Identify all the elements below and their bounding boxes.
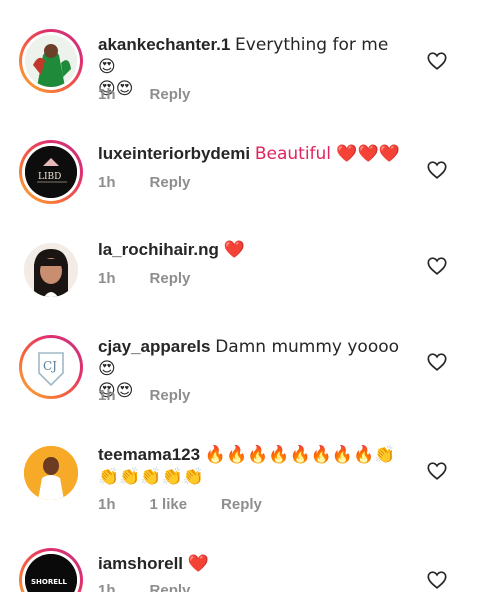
reply-button[interactable]: Reply (150, 174, 191, 191)
comment-text: Beautiful ❤️❤️❤️ (254, 144, 400, 164)
heart-outline-icon[interactable] (426, 460, 448, 482)
heart-outline-icon[interactable] (426, 569, 448, 591)
reply-button[interactable]: Reply (150, 86, 191, 103)
comment-timestamp: 1h (98, 86, 116, 103)
comment-timestamp: 1h (98, 582, 116, 592)
avatar[interactable]: CJ (19, 335, 83, 399)
heart-outline-icon[interactable] (426, 50, 448, 72)
comment-text: ❤️ (223, 240, 245, 260)
heart-outline-icon[interactable] (426, 159, 448, 181)
heart-outline-icon[interactable] (426, 255, 448, 277)
comment-text: ❤️ (187, 554, 209, 574)
avatar-logo-text: SHORELL (31, 578, 67, 586)
comment-timestamp: 1h (98, 270, 116, 287)
avatar[interactable]: SHORELL (19, 548, 83, 592)
comment-timestamp: 1h (98, 174, 116, 191)
comment-username[interactable]: luxeinteriorbydemi (98, 144, 250, 163)
comment-username[interactable]: teemama123 (98, 445, 200, 464)
comment-text-continued: 👏👏👏👏👏 (98, 467, 204, 487)
reply-button[interactable]: Reply (150, 582, 191, 592)
avatar[interactable] (19, 441, 83, 505)
reply-button[interactable]: Reply (221, 496, 262, 513)
comment-username[interactable]: iamshorell (98, 554, 183, 573)
avatar-logo-text: LIBD (38, 172, 61, 182)
comment-username[interactable]: la_rochihair.ng (98, 240, 219, 259)
avatar[interactable] (19, 29, 83, 93)
avatar[interactable]: LIBD (19, 140, 83, 204)
avatar[interactable] (19, 238, 83, 302)
reply-button[interactable]: Reply (150, 387, 191, 404)
avatar-logo-text: CJ (43, 359, 57, 373)
comment-text: 🔥🔥🔥🔥🔥🔥🔥🔥👏 (204, 445, 396, 465)
comment-timestamp: 1h (98, 496, 116, 513)
comment-username[interactable]: cjay_apparels (98, 337, 210, 356)
likes-count[interactable]: 1 like (150, 496, 188, 513)
comment-timestamp: 1h (98, 387, 116, 404)
comment-username[interactable]: akankechanter.1 (98, 35, 230, 54)
reply-button[interactable]: Reply (150, 270, 191, 287)
heart-outline-icon[interactable] (426, 351, 448, 373)
